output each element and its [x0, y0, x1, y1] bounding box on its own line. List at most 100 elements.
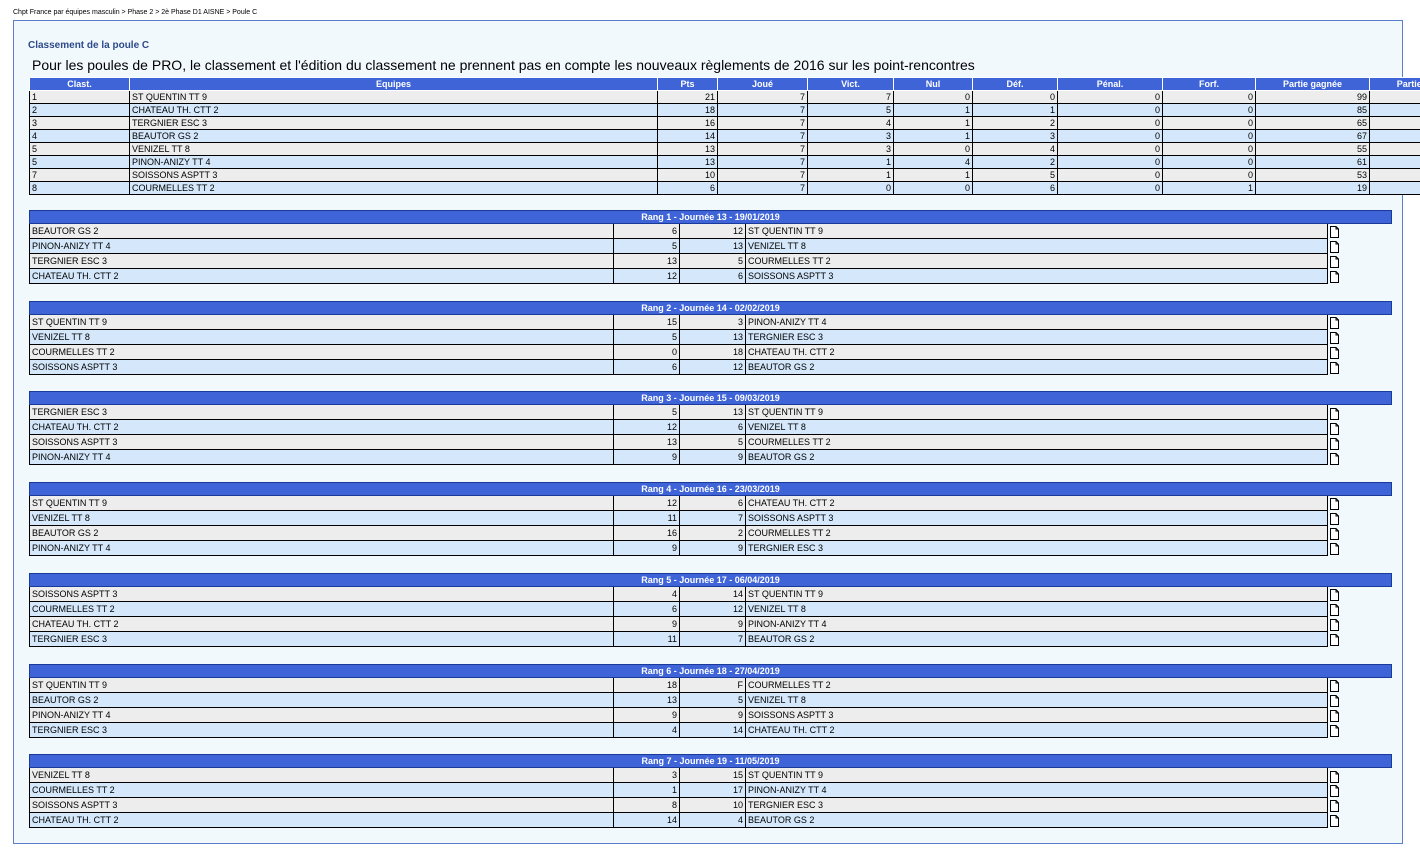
match-sheet-link[interactable]: [1328, 254, 1392, 269]
match-row: TERGNIER ESC 3 13 5 COURMELLES TT 2: [29, 253, 1392, 269]
home-score: 9: [613, 615, 680, 632]
match-sheet-link[interactable]: [1328, 783, 1392, 798]
document-icon[interactable]: [1330, 709, 1339, 722]
match-sheet-link[interactable]: [1328, 269, 1392, 284]
standings-cell: 7: [717, 90, 808, 104]
away-score: 10: [679, 797, 746, 814]
standings-cell: 65: [1369, 155, 1420, 169]
document-icon[interactable]: [1330, 543, 1339, 556]
home-score: 5: [613, 328, 680, 345]
match-sheet-link[interactable]: [1328, 586, 1392, 602]
away-team: VENIZEL TT 8: [745, 600, 1328, 617]
match-sheet-link[interactable]: [1328, 344, 1392, 359]
away-team: PINON-ANIZY TT 4: [745, 782, 1328, 799]
match-sheet-link[interactable]: [1328, 692, 1392, 707]
match-sheet-link[interactable]: [1328, 768, 1392, 783]
standings-cell: 14: [657, 129, 718, 143]
standings-cell: 8: [29, 181, 130, 195]
home-team: BEAUTOR GS 2: [29, 691, 614, 708]
match-sheet-link[interactable]: [1328, 526, 1392, 541]
home-team: COURMELLES TT 2: [29, 782, 614, 799]
document-icon[interactable]: [1330, 785, 1339, 798]
away-team: PINON-ANIZY TT 4: [745, 313, 1328, 330]
match-sheet-link[interactable]: [1328, 435, 1392, 450]
match-sheet-link[interactable]: [1328, 329, 1392, 344]
match-row: TERGNIER ESC 3 5 13 ST QUENTIN TT 9: [29, 404, 1392, 421]
match-row: PINON-ANIZY TT 4 5 13 VENIZEL TT 8: [29, 238, 1392, 254]
document-icon[interactable]: [1330, 346, 1339, 359]
document-icon[interactable]: [1330, 317, 1339, 330]
document-icon[interactable]: [1330, 226, 1339, 239]
match-sheet-link[interactable]: [1328, 616, 1392, 631]
document-icon[interactable]: [1330, 407, 1339, 420]
document-icon[interactable]: [1330, 241, 1339, 254]
match-sheet-link[interactable]: [1328, 405, 1392, 420]
document-icon[interactable]: [1330, 361, 1339, 374]
standings-cell: 71: [1369, 142, 1420, 156]
round-header: Rang 4 - Journée 16 - 23/03/2019: [28, 482, 1393, 497]
document-icon[interactable]: [1330, 331, 1339, 344]
document-icon[interactable]: [1330, 633, 1339, 646]
match-sheet-link[interactable]: [1328, 677, 1392, 692]
home-team: VENIZEL TT 8: [29, 767, 614, 784]
match-sheet-link[interactable]: [1328, 813, 1392, 828]
match-sheet-link[interactable]: [1328, 496, 1392, 511]
home-score: 6: [613, 358, 680, 375]
document-icon[interactable]: [1330, 452, 1339, 465]
standings-cell: 0: [1162, 129, 1256, 143]
match-sheet-link[interactable]: [1328, 359, 1392, 374]
standings-row: 2CHATEAU TH. CTT 2187511008541: [29, 103, 1420, 117]
document-icon[interactable]: [1330, 603, 1339, 616]
home-score: 15: [613, 313, 680, 330]
match-row: PINON-ANIZY TT 4 9 9 SOISSONS ASPTT 3: [29, 706, 1392, 723]
document-icon[interactable]: [1330, 437, 1339, 450]
home-score: 6: [613, 600, 680, 617]
home-team: BEAUTOR GS 2: [29, 223, 614, 239]
document-icon[interactable]: [1330, 618, 1339, 631]
document-icon[interactable]: [1330, 256, 1339, 269]
round-table: Rang 6 - Journée 18 - 27/04/2019 ST QUENT…: [28, 663, 1393, 738]
away-team: COURMELLES TT 2: [745, 434, 1328, 451]
standings-row: 7SOISSONS ASPTT 3107115005373: [29, 168, 1420, 182]
home-team: CHATEAU TH. CTT 2: [29, 615, 614, 632]
match-sheet-link[interactable]: [1328, 722, 1392, 737]
match-sheet-link[interactable]: [1328, 224, 1392, 239]
document-icon[interactable]: [1330, 513, 1339, 526]
document-icon[interactable]: [1330, 528, 1339, 541]
match-sheet-link[interactable]: [1328, 601, 1392, 616]
match-row: CHATEAU TH. CTT 2 12 6 SOISSONS ASPTT 3: [29, 268, 1392, 284]
team-name: BEAUTOR GS 2: [129, 129, 658, 143]
standings-cell: 4: [893, 155, 973, 169]
home-score: 18: [613, 676, 680, 693]
match-sheet-link[interactable]: [1328, 420, 1392, 435]
match-sheet-link[interactable]: [1328, 631, 1392, 646]
document-icon[interactable]: [1330, 422, 1339, 435]
document-icon[interactable]: [1330, 589, 1339, 602]
match-sheet-link[interactable]: [1328, 707, 1392, 722]
standings-cell: 13: [657, 142, 718, 156]
document-icon[interactable]: [1330, 800, 1339, 813]
match-sheet-link[interactable]: [1328, 798, 1392, 813]
standings-cell: 7: [717, 142, 808, 156]
standings-cell: 6: [657, 181, 718, 195]
match-sheet-link[interactable]: [1328, 450, 1392, 465]
match-sheet-link[interactable]: [1328, 541, 1392, 556]
document-icon[interactable]: [1330, 815, 1339, 828]
document-icon[interactable]: [1330, 770, 1339, 783]
match-row: ST QUENTIN TT 9 15 3 PINON-ANIZY TT 4: [29, 313, 1392, 330]
match-sheet-link[interactable]: [1328, 239, 1392, 254]
match-row: TERGNIER ESC 3 11 7 BEAUTOR GS 2: [29, 630, 1392, 647]
away-team: VENIZEL TT 8: [745, 691, 1328, 708]
match-sheet-link[interactable]: [1328, 511, 1392, 526]
document-icon[interactable]: [1330, 694, 1339, 707]
column-header: Nul: [893, 77, 973, 91]
document-icon[interactable]: [1330, 498, 1339, 511]
standings-cell: 5: [807, 103, 894, 117]
match-row: SOISSONS ASPTT 3 8 10 TERGNIER ESC 3: [29, 797, 1392, 814]
standings-cell: 3: [807, 142, 894, 156]
home-score: 12: [613, 268, 680, 284]
document-icon[interactable]: [1330, 724, 1339, 737]
document-icon[interactable]: [1330, 679, 1339, 692]
document-icon[interactable]: [1330, 271, 1339, 284]
match-sheet-link[interactable]: [1328, 314, 1392, 330]
